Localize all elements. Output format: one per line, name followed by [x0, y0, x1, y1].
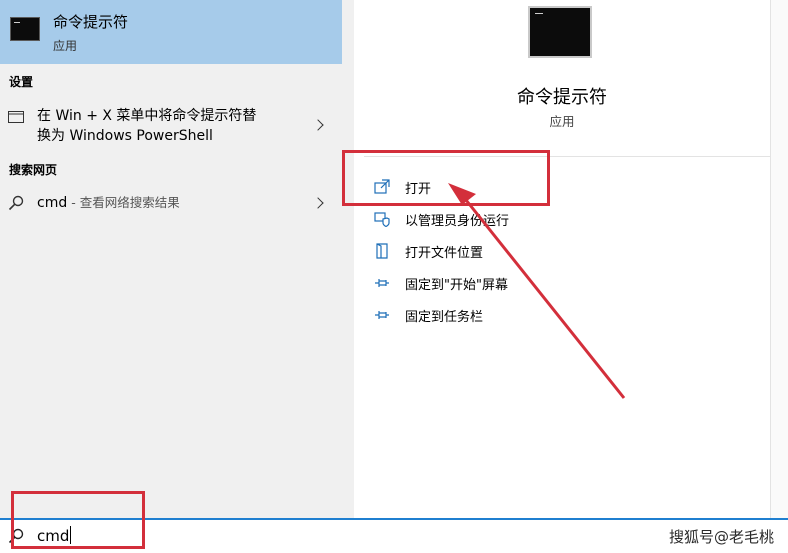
section-header-settings: 设置 [9, 75, 34, 89]
chevron-right-icon [312, 119, 324, 131]
terminal-icon [528, 6, 592, 58]
best-match-subtitle: 应用 [53, 39, 78, 53]
background-window-edge [770, 0, 788, 518]
action-pin-to-taskbar[interactable]: 固定到任务栏 [374, 304, 754, 328]
settings-item-line1: 在 Win + X 菜单中将命令提示符替 [37, 108, 257, 124]
settings-result-item[interactable]: 在 Win + X 菜单中将命令提示符替 换为 Windows PowerShe… [0, 104, 342, 150]
action-run-as-admin[interactable]: 以管理员身份运行 [374, 208, 754, 232]
best-match-title: 命令提示符 [53, 13, 129, 31]
action-label: 打开文件位置 [405, 246, 484, 261]
search-results-panel: 命令提示符 应用 设置 在 Win + X 菜单中将命令提示符替 换为 Wind… [0, 0, 342, 518]
search-icon [8, 195, 24, 211]
window-icon [8, 111, 24, 123]
settings-item-line2: 换为 Windows PowerShell [37, 128, 213, 144]
pin-icon [375, 311, 389, 319]
folder-icon [376, 243, 388, 259]
action-pin-to-start[interactable]: 固定到"开始"屏幕 [374, 272, 754, 296]
section-header-web: 搜索网页 [9, 163, 58, 177]
detail-app-name: 命令提示符 [517, 87, 607, 108]
web-search-result-item[interactable]: cmd - 查看网络搜索结果 [0, 192, 342, 216]
watermark: 搜狐号@老毛桃 [668, 528, 774, 546]
web-query-suffix: - 查看网络搜索结果 [67, 195, 180, 210]
action-label: 以管理员身份运行 [405, 214, 510, 229]
shield-icon [374, 212, 390, 227]
action-open-file-location[interactable]: 打开文件位置 [374, 240, 754, 264]
action-label: 固定到任务栏 [405, 310, 484, 325]
best-match-result[interactable]: 命令提示符 应用 [0, 0, 342, 64]
chevron-right-icon [312, 197, 324, 209]
annotation-box-open [342, 150, 550, 206]
web-query-text: cmd [37, 195, 68, 211]
app-detail-panel: 命令提示符 应用 打开 以管理员身份运行 打开文件位置 固定到"开始"屏幕 固定… [354, 0, 770, 518]
annotation-box-search [11, 491, 145, 549]
action-label: 固定到"开始"屏幕 [405, 278, 508, 293]
terminal-icon [10, 17, 40, 41]
detail-app-type: 应用 [549, 114, 575, 129]
pin-icon [375, 279, 389, 287]
